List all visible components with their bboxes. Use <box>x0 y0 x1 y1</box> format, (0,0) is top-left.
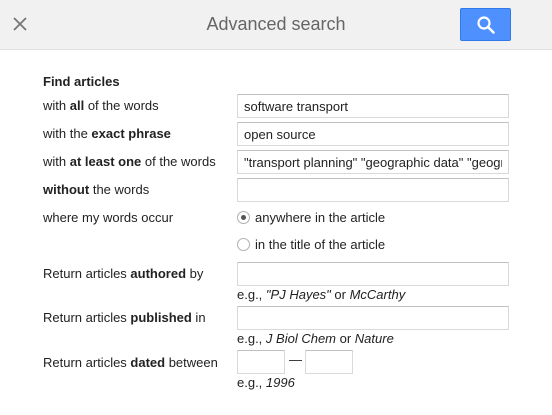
all-words-label: with all of the words <box>43 98 159 113</box>
date-from-input[interactable] <box>237 350 285 374</box>
dialog-header: Advanced search <box>0 0 552 50</box>
exact-phrase-label: with the exact phrase <box>43 126 171 141</box>
author-hint: e.g., "PJ Hayes" or McCarthy <box>237 287 406 302</box>
radio-anywhere-label: anywhere in the article <box>255 210 386 225</box>
publication-hint: e.g., J Biol Chem or Nature <box>237 331 394 346</box>
search-button[interactable] <box>460 8 511 41</box>
publication-input[interactable] <box>237 306 509 330</box>
radio-title-label: in the title of the article <box>255 237 386 252</box>
date-to-input[interactable] <box>305 350 353 374</box>
all-words-input[interactable] <box>237 94 509 118</box>
radio-anywhere-button[interactable] <box>237 211 250 224</box>
without-words-input[interactable] <box>237 178 509 202</box>
radio-anywhere[interactable]: anywhere in the article <box>237 210 385 225</box>
at-least-one-input[interactable] <box>237 150 509 174</box>
radio-title-button[interactable] <box>237 238 250 251</box>
published-label: Return articles published in <box>43 310 206 325</box>
search-icon <box>477 16 495 34</box>
authored-label: Return articles authored by <box>43 266 204 281</box>
word-occurrence-label: where my words occur <box>43 210 174 225</box>
exact-phrase-input[interactable] <box>237 122 509 146</box>
date-hint: e.g., 1996 <box>237 375 295 390</box>
radio-title[interactable]: in the title of the article <box>237 237 385 252</box>
find-articles-heading: Find articles <box>43 74 120 89</box>
without-words-label: without the words <box>43 182 150 197</box>
dated-label: Return articles dated between <box>43 355 218 370</box>
at-least-one-label: with at least one of the words <box>43 154 216 169</box>
author-input[interactable] <box>237 262 509 286</box>
date-range-dash: — <box>289 352 302 367</box>
